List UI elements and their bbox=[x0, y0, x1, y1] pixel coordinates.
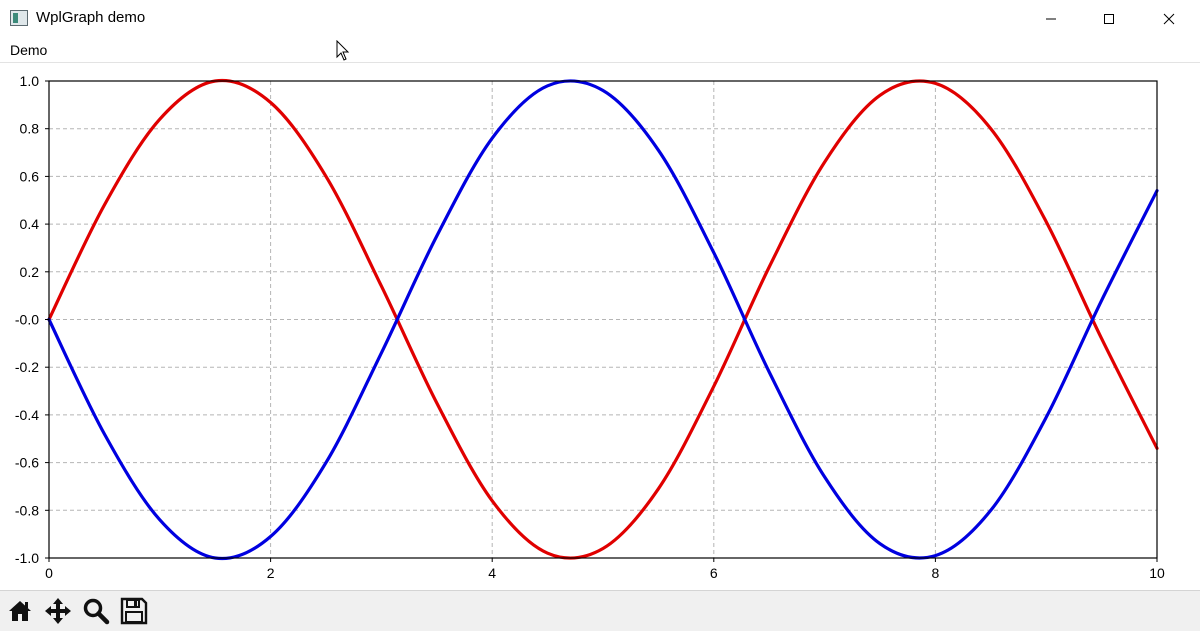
menu-bar: Demo bbox=[0, 38, 1200, 63]
pan-icon bbox=[45, 598, 71, 624]
y-tick-label: -0.6 bbox=[15, 455, 39, 471]
y-tick-label: -0.0 bbox=[15, 312, 39, 328]
y-tick-label: 0.8 bbox=[20, 121, 40, 137]
y-tick-label: 0.4 bbox=[20, 216, 40, 232]
maximize-button[interactable] bbox=[1080, 0, 1138, 38]
x-axis: 0 2 4 6 8 10 bbox=[45, 558, 1165, 581]
line-chart[interactable]: 0 2 4 6 8 10 -1.0 -0.8 -0.6 -0.4 -0.2 -0.0 0.2 0.4 0.… bbox=[0, 63, 1200, 590]
grid bbox=[49, 81, 1157, 558]
app-icon bbox=[10, 10, 28, 26]
y-tick-label: -1.0 bbox=[15, 550, 39, 566]
title-bar: WplGraph demo bbox=[0, 0, 1200, 38]
minimize-icon bbox=[1046, 18, 1056, 20]
x-tick-label: 2 bbox=[267, 565, 275, 581]
menu-item-demo[interactable]: Demo bbox=[10, 42, 47, 58]
toolbar bbox=[0, 590, 1200, 631]
home-icon bbox=[9, 601, 31, 621]
save-button[interactable] bbox=[120, 597, 148, 625]
home-button[interactable] bbox=[6, 597, 34, 625]
y-axis: -1.0 -0.8 -0.6 -0.4 -0.2 -0.0 0.2 0.4 0.6 0.8 1.0 bbox=[15, 73, 49, 566]
x-tick-label: 8 bbox=[932, 565, 940, 581]
zoom-icon bbox=[83, 598, 110, 625]
minimize-button[interactable] bbox=[1022, 0, 1080, 38]
y-tick-label: 0.2 bbox=[20, 264, 40, 280]
mouse-cursor-icon bbox=[336, 40, 350, 61]
close-icon bbox=[1163, 13, 1175, 25]
zoom-button[interactable] bbox=[82, 597, 110, 625]
y-tick-label: -0.2 bbox=[15, 359, 39, 375]
y-tick-label: -0.4 bbox=[15, 407, 39, 423]
x-tick-label: 4 bbox=[488, 565, 496, 581]
y-tick-label: 0.6 bbox=[20, 168, 40, 184]
save-icon bbox=[120, 597, 148, 625]
pan-button[interactable] bbox=[44, 597, 72, 625]
y-tick-label: 1.0 bbox=[20, 73, 40, 89]
x-tick-label: 0 bbox=[45, 565, 53, 581]
x-tick-label: 6 bbox=[710, 565, 718, 581]
close-button[interactable] bbox=[1140, 0, 1198, 38]
maximize-icon bbox=[1104, 14, 1114, 24]
y-tick-label: -0.8 bbox=[15, 502, 39, 518]
window-title: WplGraph demo bbox=[36, 9, 146, 26]
x-tick-label: 10 bbox=[1149, 565, 1165, 581]
